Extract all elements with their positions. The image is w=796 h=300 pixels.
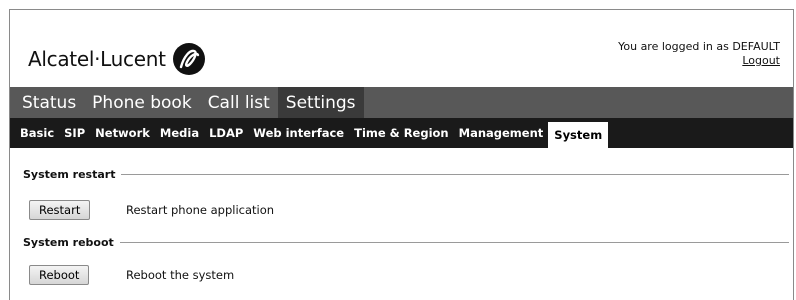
subtab-time-region[interactable]: Time & Region (349, 122, 454, 143)
tab-call-list[interactable]: Call list (200, 87, 278, 118)
settings-subnav: Basic SIP Network Media LDAP Web interfa… (10, 118, 793, 148)
subtab-system[interactable]: System (548, 122, 609, 148)
subtab-web-interface[interactable]: Web interface (248, 122, 349, 143)
reboot-description: Reboot the system (126, 268, 235, 282)
subtab-network[interactable]: Network (90, 122, 155, 143)
logout-link[interactable]: Logout (742, 54, 780, 67)
header: Alcatel·Lucent You are logged in as DEFA… (10, 10, 793, 86)
subtab-media[interactable]: Media (155, 122, 204, 143)
alcatel-lucent-logo-icon (172, 43, 205, 75)
tab-phone-book[interactable]: Phone book (84, 87, 200, 118)
divider (119, 242, 789, 243)
subtab-management[interactable]: Management (454, 122, 549, 143)
divider (121, 174, 789, 175)
section-system-restart: System restart (23, 168, 789, 181)
section-title: System reboot (23, 236, 114, 249)
brand-name: Alcatel·Lucent (28, 47, 166, 71)
logged-in-text: You are logged in as DEFAULT (618, 40, 780, 53)
main-nav: Status Phone book Call list Settings (10, 87, 793, 118)
brand-logo: Alcatel·Lucent (28, 42, 206, 76)
login-info: You are logged in as DEFAULT Logout (618, 40, 780, 68)
section-title: System restart (23, 168, 116, 181)
tab-status[interactable]: Status (10, 87, 84, 118)
restart-button[interactable]: Restart (29, 200, 91, 220)
reboot-button[interactable]: Reboot (29, 265, 90, 285)
restart-description: Restart phone application (126, 203, 275, 217)
tab-settings[interactable]: Settings (277, 87, 364, 118)
subtab-basic[interactable]: Basic (10, 122, 59, 143)
subtab-ldap[interactable]: LDAP (204, 122, 248, 143)
subtab-sip[interactable]: SIP (59, 122, 90, 143)
section-system-reboot: System reboot (23, 236, 789, 249)
